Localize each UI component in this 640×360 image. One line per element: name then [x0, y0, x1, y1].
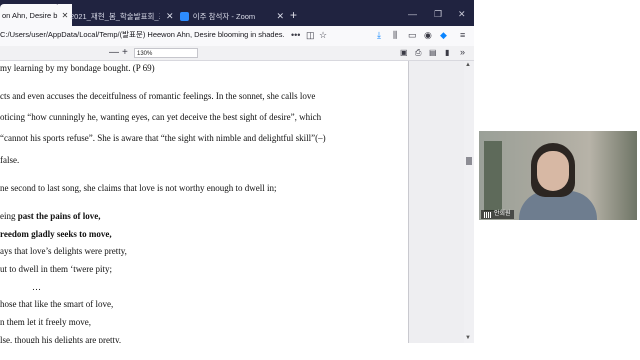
star-icon[interactable]: ☆	[319, 30, 327, 41]
print-icon[interactable]: ⎙	[415, 48, 421, 58]
document-line: “cannot his sports refuse”. She is aware…	[0, 133, 326, 143]
close-icon[interactable]: ✕	[166, 11, 174, 22]
more-icon[interactable]: •••	[291, 30, 300, 40]
zoom-in-button[interactable]: +	[122, 47, 128, 58]
document-line: hose that like the smart of love,	[0, 299, 114, 309]
account-icon[interactable]: ◉	[424, 30, 432, 41]
ellipsis: …	[32, 282, 41, 292]
scrollbar[interactable]	[464, 61, 474, 343]
participant-name-label: 안희원	[481, 210, 514, 219]
document-line: my learning by my bondage bought. (P 69)	[0, 63, 155, 73]
document-line: n them let it freely move,	[0, 317, 91, 327]
navigation-bar: C:/Users/user/AppData/Local/Temp/(발표문) H…	[0, 26, 474, 47]
tab-pdf[interactable]: on Ahn, Desire blo	[0, 4, 60, 26]
document-line: reedom gladly seeks to move,	[0, 229, 112, 239]
tab-label: 2021_재현_봄_학술발표회_프로그	[70, 11, 160, 21]
document-line: ut to dwell in them ‘twere pity;	[0, 264, 112, 274]
pdf-toolbar: — + 130% ▣ ⎙ ▤ ▮ »	[0, 46, 474, 61]
participant-face	[537, 151, 569, 191]
scroll-down-icon[interactable]: ▼	[465, 335, 471, 341]
pocket-icon[interactable]: ◫	[306, 30, 315, 41]
video-shelf	[484, 141, 502, 211]
tab-zoom[interactable]: 이주 참석자 - Zoom ✕	[180, 6, 284, 26]
tab-program[interactable]: 2021_재현_봄_학술발표회_프로그 ✕	[70, 6, 174, 26]
document-line: ays that love’s delights were pretty,	[0, 246, 127, 256]
participant-name: 안희원	[494, 211, 511, 217]
bookmark-icon[interactable]: ▮	[445, 48, 449, 57]
zoom-icon	[180, 11, 189, 21]
close-icon[interactable]: ✕	[276, 11, 284, 22]
scroll-thumb[interactable]	[466, 157, 472, 165]
library-icon[interactable]: ⫼	[393, 30, 397, 41]
presentation-icon[interactable]: ▣	[400, 48, 408, 57]
restore-button[interactable]: ❐	[434, 9, 442, 20]
menu-icon[interactable]: ≡	[460, 30, 465, 40]
tab-label: on Ahn, Desire blo	[2, 10, 60, 20]
document-line: cts and even accuses the deceitfulness o…	[0, 91, 316, 101]
new-tab-button[interactable]: +	[290, 8, 297, 22]
document-line: false.	[0, 155, 20, 165]
tab-bar: on Ahn, Desire blo ✕ 2021_재현_봄_학술발표회_프로그…	[0, 0, 474, 26]
minimize-button[interactable]: —	[408, 9, 417, 19]
pdf-viewer[interactable]: my learning by my bondage bought. (P 69)…	[0, 61, 474, 343]
download-icon[interactable]: ⤓	[377, 30, 381, 41]
participant-video[interactable]: 안희원	[479, 131, 637, 220]
tools-toggle-button[interactable]: »	[460, 47, 465, 57]
zoom-select[interactable]: 130%	[134, 48, 198, 58]
document-line: ne second to last song, she claims that …	[0, 183, 277, 193]
save-icon[interactable]: ▤	[429, 48, 437, 57]
pdf-page: my learning by my bondage bought. (P 69)…	[0, 61, 409, 343]
signal-icon	[484, 211, 491, 218]
document-line-prefix: eing	[0, 211, 18, 221]
window-close-button[interactable]: ✕	[458, 9, 466, 20]
document-line-bold: past the pains of love,	[17, 211, 101, 221]
tab-label: 이주 참석자 - Zoom	[192, 11, 256, 21]
document-line: oticing “how cunningly he, wanting eyes,…	[0, 112, 322, 122]
address-bar[interactable]: C:/Users/user/AppData/Local/Temp/(발표문) H…	[0, 29, 285, 40]
zoom-out-button[interactable]: —	[109, 47, 119, 58]
scroll-up-icon[interactable]: ▲	[465, 62, 471, 68]
browser-window: on Ahn, Desire blo ✕ 2021_재현_봄_학술발표회_프로그…	[0, 0, 474, 343]
document-line: eing past the pains of love,	[0, 211, 101, 221]
document-line: lse, though his delights are pretty,	[0, 335, 122, 343]
extension-icon[interactable]: ◆	[440, 30, 447, 41]
sidebar-icon[interactable]: ▭	[408, 30, 417, 41]
